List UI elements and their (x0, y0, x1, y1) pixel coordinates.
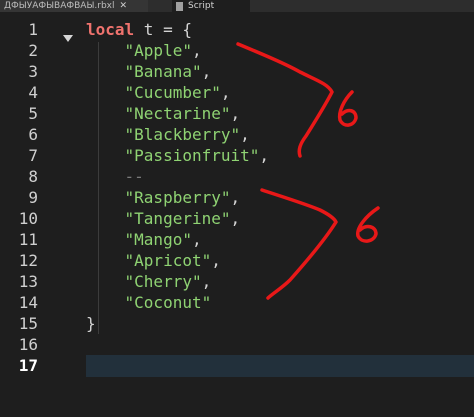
string-literal: "Cherry" (124, 272, 202, 291)
code-editor[interactable]: 1 2 3 4 5 6 7 8 9 10 11 12 13 14 15 16 1… (0, 12, 474, 417)
string-literal: "Coconut" (124, 293, 212, 312)
line-number: 10 (18, 209, 38, 228)
code-line[interactable]: "Passionfruit", (86, 145, 270, 166)
tab-label: Script (188, 0, 215, 11)
tab-label: ДФЫУАФЫВАФВАЫ.rbxl (4, 0, 115, 11)
code-line[interactable]: "Raspberry", (86, 187, 241, 208)
comma: , (191, 41, 202, 60)
comma: , (259, 146, 270, 165)
comma: , (201, 62, 212, 81)
code-line[interactable]: "Cucumber", (86, 82, 231, 103)
string-literal: "Tangerine" (124, 209, 231, 228)
script-file-icon (176, 1, 183, 11)
comma: , (230, 188, 241, 207)
closing-brace: } (86, 314, 96, 333)
code-line[interactable]: "Cherry", (86, 271, 212, 292)
string-literal: "Banana" (124, 62, 202, 81)
comment: -- (124, 167, 144, 186)
string-literal: "Apricot" (124, 251, 212, 270)
line-number: 12 (18, 251, 38, 270)
code-line[interactable]: "Apple", (86, 40, 202, 61)
string-literal: "Raspberry" (124, 188, 231, 207)
fold-arrow-icon[interactable] (63, 35, 73, 42)
line-number: 3 (28, 62, 38, 81)
string-literal: "Apple" (124, 41, 192, 60)
line-number: 11 (18, 230, 38, 249)
line-number: 5 (28, 104, 38, 123)
line-number: 13 (18, 272, 38, 291)
line-number: 16 (18, 335, 38, 354)
line-number: 4 (28, 83, 38, 102)
code-line[interactable]: "Apricot", (86, 250, 221, 271)
current-line-highlight (86, 355, 474, 377)
code-line[interactable]: "Nectarine", (86, 103, 241, 124)
code-line[interactable]: "Mango", (86, 229, 202, 250)
line-number: 15 (18, 314, 38, 333)
tab-bar: ДФЫУАФЫВАФВАЫ.rbxl ✕ Script (0, 0, 474, 12)
string-literal: "Passionfruit" (124, 146, 260, 165)
code-line[interactable]: "Blackberry", (86, 124, 250, 145)
string-literal: "Nectarine" (124, 104, 231, 123)
line-number: 7 (28, 146, 38, 165)
comma: , (220, 83, 231, 102)
line-number: 6 (28, 125, 38, 144)
tab-script[interactable]: Script (172, 0, 250, 12)
declaration: t = { (134, 20, 192, 39)
comma: , (230, 104, 241, 123)
line-number: 14 (18, 293, 38, 312)
string-literal: "Cucumber" (124, 83, 221, 102)
code-line[interactable]: "Tangerine", (86, 208, 241, 229)
code-line[interactable]: "Banana", (86, 61, 212, 82)
string-literal: "Mango" (124, 230, 192, 249)
code-line[interactable]: } (86, 313, 96, 334)
line-number: 8 (28, 167, 38, 186)
comma: , (230, 209, 241, 228)
tab-place-file[interactable]: ДФЫУАФЫВАФВАЫ.rbxl ✕ (0, 0, 148, 12)
comma: , (191, 230, 202, 249)
line-number: 1 (28, 20, 38, 39)
line-number: 9 (28, 188, 38, 207)
line-number-current: 17 (18, 356, 38, 375)
comma: , (201, 272, 212, 291)
comma: , (211, 251, 221, 270)
code-line[interactable]: -- (86, 166, 144, 187)
code-line[interactable]: "Coconut" (86, 292, 212, 313)
keyword-local: local (86, 20, 135, 39)
line-number: 2 (28, 41, 38, 60)
comma: , (240, 125, 250, 144)
code-line[interactable]: local t = { (86, 19, 192, 40)
string-literal: "Blackberry" (124, 125, 241, 144)
close-icon[interactable]: ✕ (120, 1, 128, 11)
